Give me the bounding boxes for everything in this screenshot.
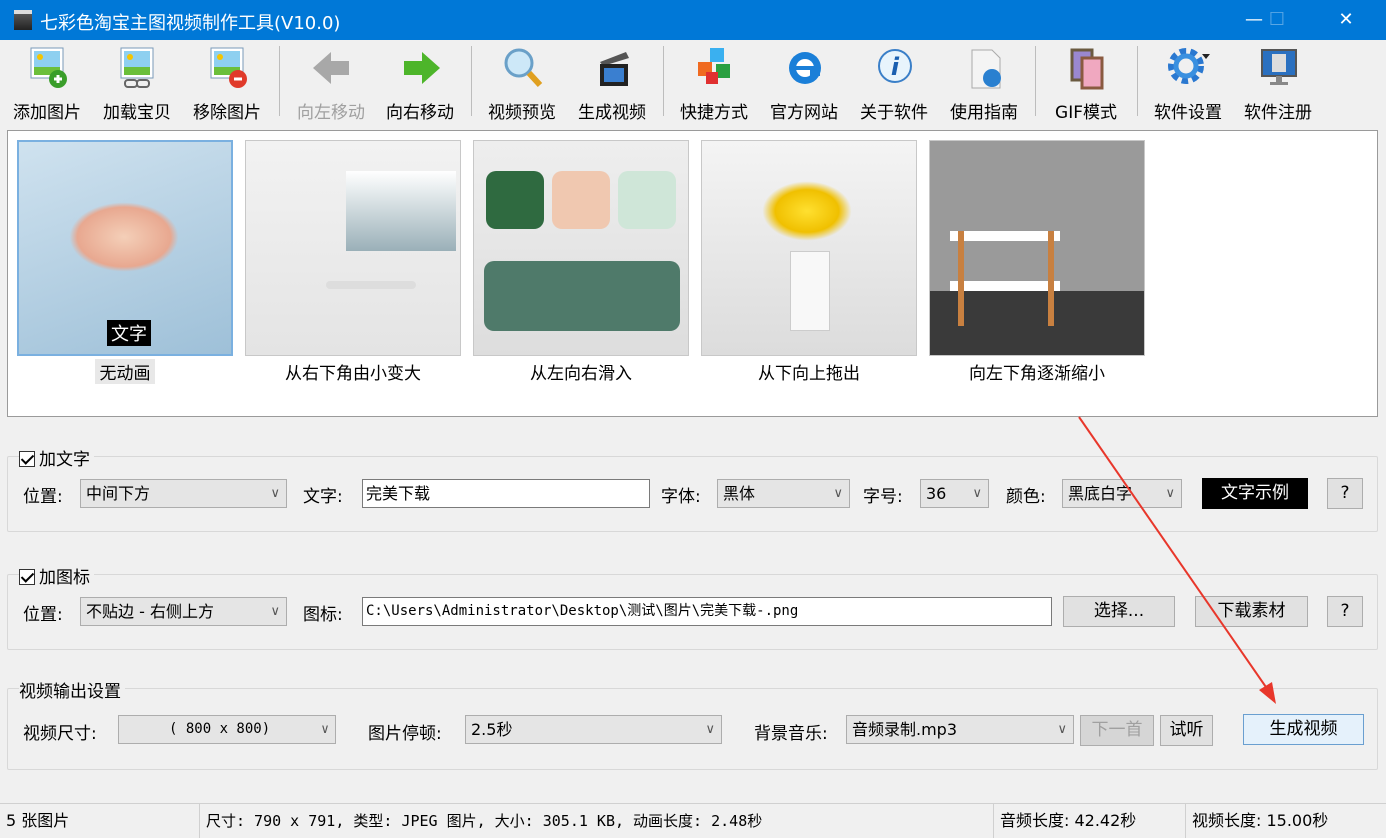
status-audio-length: 音频长度: 42.42秒 — [994, 804, 1186, 838]
status-bar: 5 张图片 尺寸: 790 x 791, 类型: JPEG 图片, 大小: 30… — [0, 803, 1386, 838]
status-image-info: 尺寸: 790 x 791, 类型: JPEG 图片, 大小: 305.1 KB… — [200, 804, 994, 838]
status-video-length: 视频长度: 15.00秒 — [1192, 811, 1329, 830]
annotation-arrow — [1078, 416, 1276, 704]
status-image-count: 5 张图片 — [0, 804, 200, 838]
